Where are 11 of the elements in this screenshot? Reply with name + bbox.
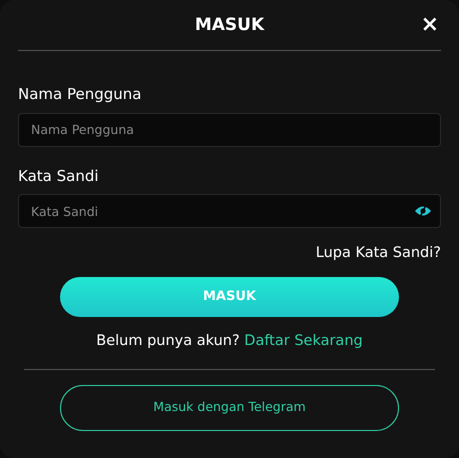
telegram-login-button[interactable]: Masuk dengan Telegram xyxy=(60,384,399,430)
field-label: Nama Pengguna xyxy=(18,84,142,105)
register-prompt: Belum punya akun? xyxy=(96,332,240,349)
close-button[interactable]: × xyxy=(418,12,441,38)
eye-icon[interactable] xyxy=(414,204,432,218)
dialog-title: MASUK xyxy=(194,15,264,35)
field-label: Kata Sandi xyxy=(18,166,100,186)
password-field[interactable]: Kata Sandi xyxy=(18,194,441,228)
register-link[interactable]: Daftar Sekarang xyxy=(244,332,363,349)
text-field[interactable]: Nama Pengguna xyxy=(18,112,441,146)
forgot-password-link[interactable]: Lupa Kata Sandi? xyxy=(316,245,441,261)
